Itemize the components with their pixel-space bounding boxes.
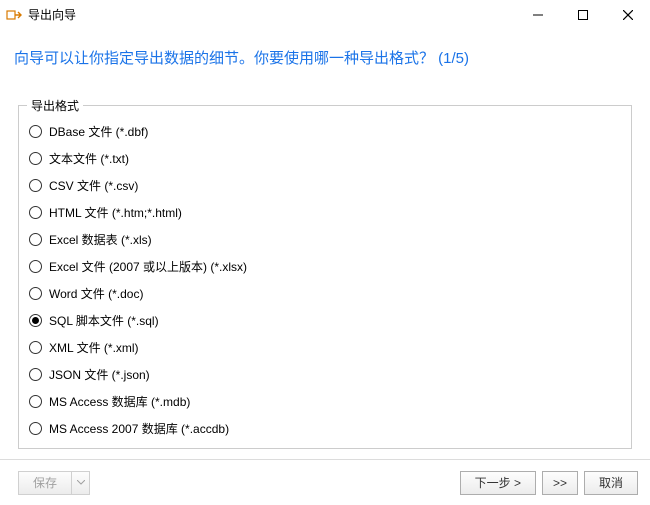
format-option[interactable]: Excel 数据表 (*.xls) — [27, 226, 623, 253]
format-label: SQL 脚本文件 (*.sql) — [49, 312, 159, 329]
format-label: HTML 文件 (*.htm;*.html) — [49, 204, 182, 221]
radio-icon — [29, 422, 42, 435]
radio-icon — [29, 368, 42, 381]
format-label: JSON 文件 (*.json) — [49, 366, 150, 383]
format-option[interactable]: XML 文件 (*.xml) — [27, 334, 623, 361]
format-option[interactable]: JSON 文件 (*.json) — [27, 361, 623, 388]
format-label: Excel 数据表 (*.xls) — [49, 231, 152, 248]
minimize-button[interactable] — [515, 0, 560, 30]
format-label: MS Access 2007 数据库 (*.accdb) — [49, 420, 229, 437]
format-option[interactable]: MS Access 数据库 (*.mdb) — [27, 388, 623, 415]
button-bar: 保存 下一步 > >> 取消 — [0, 459, 650, 505]
last-step-button[interactable]: >> — [542, 471, 578, 495]
radio-icon — [29, 341, 42, 354]
close-button[interactable] — [605, 0, 650, 30]
wizard-header: 向导可以让你指定导出数据的细节。你要使用哪一种导出格式？ (1/5) — [0, 30, 650, 77]
format-option[interactable]: HTML 文件 (*.htm;*.html) — [27, 199, 623, 226]
window-title: 导出向导 — [28, 6, 515, 23]
export-wizard-icon — [6, 7, 22, 23]
maximize-button[interactable] — [560, 0, 605, 30]
radio-icon — [29, 314, 42, 327]
radio-icon — [29, 152, 42, 165]
format-label: CSV 文件 (*.csv) — [49, 177, 138, 194]
window-controls — [515, 0, 650, 29]
save-dropdown-button[interactable] — [72, 471, 90, 495]
export-format-group: 导出格式 DBase 文件 (*.dbf)文本文件 (*.txt)CSV 文件 … — [18, 105, 632, 449]
format-option[interactable]: DBase 文件 (*.dbf) — [27, 118, 623, 145]
save-button[interactable]: 保存 — [18, 471, 72, 495]
format-label: 文本文件 (*.txt) — [49, 150, 129, 167]
radio-icon — [29, 125, 42, 138]
radio-icon — [29, 260, 42, 273]
cancel-button[interactable]: 取消 — [584, 471, 638, 495]
radio-icon — [29, 233, 42, 246]
titlebar: 导出向导 — [0, 0, 650, 30]
radio-icon — [29, 206, 42, 219]
format-label: Word 文件 (*.doc) — [49, 285, 143, 302]
next-button[interactable]: 下一步 > — [460, 471, 536, 495]
radio-icon — [29, 179, 42, 192]
format-option[interactable]: 文本文件 (*.txt) — [27, 145, 623, 172]
format-option[interactable]: MS Access 2007 数据库 (*.accdb) — [27, 415, 623, 442]
format-option[interactable]: SQL 脚本文件 (*.sql) — [27, 307, 623, 334]
format-label: Excel 文件 (2007 或以上版本) (*.xlsx) — [49, 258, 247, 275]
save-button-group: 保存 — [12, 471, 90, 495]
fieldset-legend: 导出格式 — [27, 97, 83, 114]
radio-icon — [29, 287, 42, 300]
format-option[interactable]: CSV 文件 (*.csv) — [27, 172, 623, 199]
format-label: DBase 文件 (*.dbf) — [49, 123, 148, 140]
format-option[interactable]: Excel 文件 (2007 或以上版本) (*.xlsx) — [27, 253, 623, 280]
radio-icon — [29, 395, 42, 408]
chevron-down-icon — [77, 480, 85, 485]
format-label: MS Access 数据库 (*.mdb) — [49, 393, 190, 410]
format-option[interactable]: Word 文件 (*.doc) — [27, 280, 623, 307]
format-label: XML 文件 (*.xml) — [49, 339, 139, 356]
